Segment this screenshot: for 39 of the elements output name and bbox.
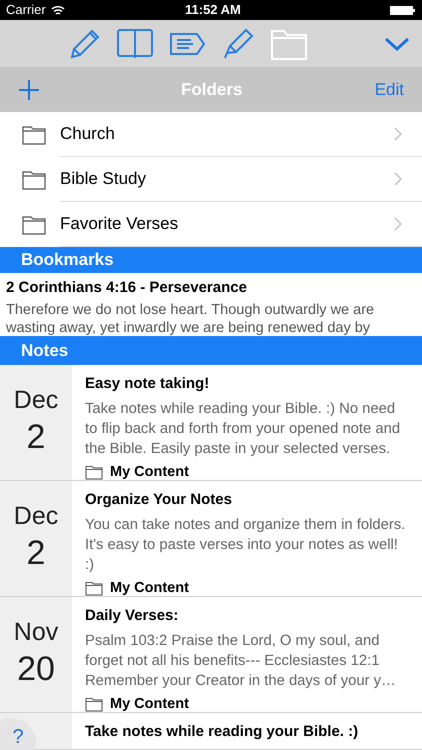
bookmark-title[interactable]: 2 Corinthians 4:16 - Perseverance (6, 277, 416, 300)
note-title[interactable]: Daily Verses: (85, 605, 410, 628)
folder-icon (22, 214, 46, 234)
note-title[interactable]: Take notes while reading your Bible. :) (85, 721, 410, 744)
note-folder: My Content (110, 462, 189, 482)
note-month: Dec (14, 385, 58, 415)
folder-name[interactable]: Church (60, 121, 115, 147)
folder-icon (85, 696, 103, 712)
add-icon[interactable] (18, 78, 40, 100)
folder-icon (22, 170, 46, 190)
note-title[interactable]: Easy note taking! (85, 373, 410, 396)
note-month: Dec (14, 501, 58, 531)
note-preview: Psalm 103:2 Praise the Lord, O my soul, and forget not all his benefits--- Ecclesiastes 12:1 Remember your Creator in the days of your y… (85, 632, 397, 690)
chevron-right-icon (394, 127, 402, 141)
section-header: Bookmarks (0, 247, 422, 273)
chevron-right-icon (394, 172, 402, 186)
battery-icon (390, 4, 416, 16)
clock-time: 11:52 AM (185, 1, 241, 20)
folder-icon (85, 464, 103, 480)
note-title[interactable]: Organize Your Notes (85, 489, 410, 512)
note-month: Nov (14, 617, 58, 647)
wifi-icon (50, 4, 65, 16)
folder-name[interactable]: Bible Study (60, 166, 146, 192)
folder-icon (85, 580, 103, 596)
note-day: 2 (26, 417, 46, 457)
note-day: 20 (17, 649, 55, 689)
note-preview: You can take notes and organize them in folders. It's easy to paste verses into your notes as well! :) (85, 516, 406, 574)
folders-title: Folders (181, 78, 242, 101)
bookmark-text: Therefore we do not lose heart. Though outwardly we are wasting away, yet inwardly we are being renewed day by (6, 300, 376, 336)
note-folder: My Content (110, 694, 189, 714)
note-day: 2 (26, 533, 46, 573)
chevron-down-icon[interactable] (384, 36, 410, 52)
note-preview: Take notes while reading your Bible. :) No need to flip back and forth from your opened note and the Bible. Easily paste in your selected verses. (85, 400, 402, 458)
chevron-right-icon (394, 217, 402, 231)
folder-name[interactable]: Favorite Verses (60, 211, 178, 237)
carrier-label: Carrier (6, 1, 46, 20)
section-header: Notes (0, 336, 422, 365)
folder-icon (22, 124, 46, 144)
note-folder: My Content (110, 578, 189, 598)
